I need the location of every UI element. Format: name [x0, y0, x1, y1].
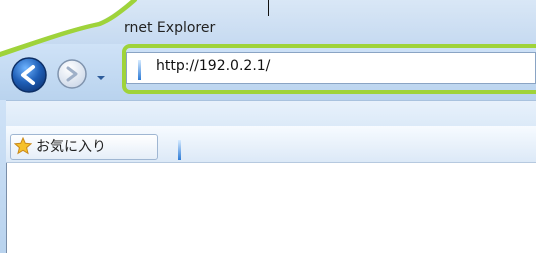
- back-arrow-icon: [11, 57, 47, 93]
- forward-button[interactable]: [56, 58, 88, 90]
- chevron-down-icon: [97, 76, 105, 80]
- window-title: rnet Explorer: [124, 20, 216, 36]
- favorites-separator: [178, 140, 181, 160]
- back-button[interactable]: [10, 56, 48, 94]
- star-icon: [13, 136, 33, 155]
- address-url[interactable]: http://192.0.2.1/: [156, 58, 270, 74]
- favorites-label: お気に入り: [36, 139, 106, 155]
- forward-arrow-icon: [57, 59, 87, 89]
- browser-window: rnet Explorer http://192.0.2.1/ お気に入り: [0, 0, 536, 253]
- address-cursor: [138, 60, 141, 80]
- page-content-area: [6, 163, 536, 253]
- command-bar: [0, 100, 536, 127]
- history-dropdown[interactable]: [96, 68, 106, 80]
- pointer-line: [268, 0, 269, 16]
